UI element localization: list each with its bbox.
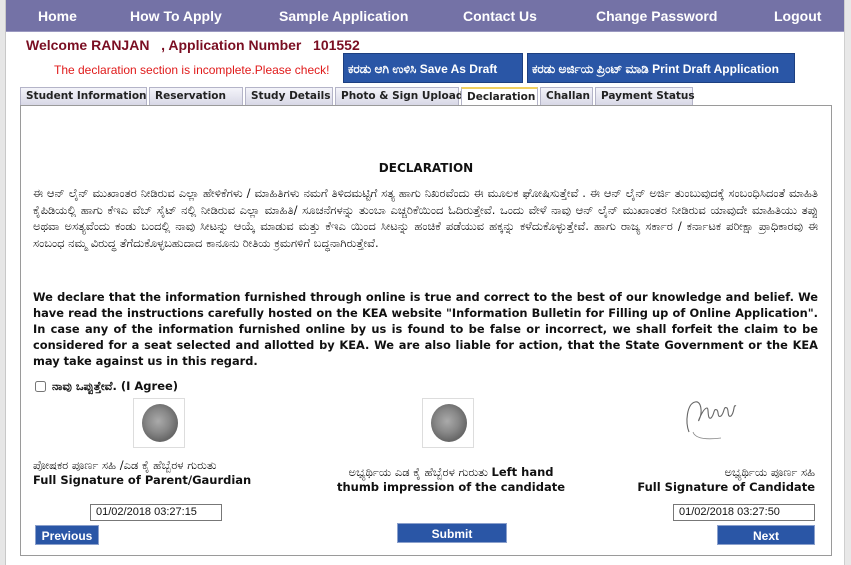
welcome-message: Welcome RANJAN , Application Number 1015… (26, 37, 360, 53)
print-draft-button[interactable]: ಕರಡು ಅರ್ಜಿಯ ಪ್ರಿಂಟ್ ಮಾಡಿ Print Draft App… (527, 53, 795, 83)
parent-label-kannada: ಪೋಷಕರ ಪೂರ್ಣ ಸಹಿ /ಎಡ ಕೈ ಹೆಬ್ಬೆರಳ ಗುರುತು (33, 458, 217, 472)
declaration-warning: The declaration section is incomplete.Pl… (54, 63, 330, 77)
agree-checkbox[interactable] (35, 381, 46, 392)
parent-signature-date: 01/02/2018 03:27:15 (90, 504, 222, 521)
nav-sample-application[interactable]: Sample Application (279, 8, 408, 24)
declaration-text-kannada: ಈ ಆನ್ ಲೈನ್ ಮುಖಾಂತರ ನೀಡಿರುವ ಎಲ್ಲಾ ಹೇಳಿಕೆಗ… (33, 186, 818, 250)
parent-thumb-impression (133, 398, 185, 448)
window-scrollbar[interactable] (844, 0, 851, 565)
save-as-draft-button[interactable]: ಕರಡು ಆಗಿ ಉಳಿಸಿ Save As Draft (343, 53, 523, 83)
nav-how-to-apply[interactable]: How To Apply (130, 8, 222, 24)
tab-study-details[interactable]: Study Details (245, 87, 333, 105)
agree-label: ನಾವು ಒಪ್ಪುತ್ತೇವೆ. (I Agree) (52, 379, 179, 393)
declaration-panel: DECLARATION ಈ ಆನ್ ಲೈನ್ ಮುಖಾಂತರ ನೀಡಿರುವ ಎ… (20, 105, 832, 556)
nav-home[interactable]: Home (38, 8, 77, 24)
tab-reservation[interactable]: Reservation (149, 87, 243, 105)
candidate-signature-label: ಅಭ್ಯರ್ಥಿಯ ಪೂರ್ಣ ಸಹಿ Full Signature of Ca… (621, 465, 815, 495)
parent-signature-label: ಪೋಷಕರ ಪೂರ್ಣ ಸಹಿ /ಎಡ ಕೈ ಹೆಬ್ಬೆರಳ ಗುರುತು F… (33, 458, 293, 488)
tab-declaration[interactable]: Declaration (461, 87, 538, 106)
thumb-label-english-1: Left hand (491, 465, 554, 479)
candidate-signature-image (686, 401, 737, 440)
declaration-title: DECLARATION (378, 161, 474, 175)
nav-change-password[interactable]: Change Password (596, 8, 717, 24)
candidate-label-english: Full Signature of Candidate (637, 480, 815, 494)
agree-row[interactable]: ನಾವು ಒಪ್ಪುತ್ತೇವೆ. (I Agree) (35, 379, 178, 394)
previous-button[interactable]: Previous (35, 525, 99, 545)
next-button[interactable]: Next (717, 525, 815, 545)
tab-payment-status[interactable]: Payment Status (595, 87, 695, 105)
candidate-label-kannada: ಅಭ್ಯರ್ಥಿಯ ಪೂರ್ಣ ಸಹಿ (724, 465, 815, 479)
window-left-edge (0, 0, 6, 565)
tab-student-information[interactable]: Student Information (20, 87, 147, 105)
nav-logout[interactable]: Logout (774, 8, 821, 24)
declaration-text-english: We declare that the information furnishe… (33, 290, 818, 368)
thumb-label-english-2: thumb impression of the candidate (336, 480, 566, 494)
submit-button[interactable]: Submit (397, 523, 507, 543)
top-navigation: Home How To Apply Sample Application Con… (6, 0, 844, 32)
tab-challan[interactable]: Challan (540, 87, 593, 105)
nav-contact-us[interactable]: Contact Us (463, 8, 537, 24)
candidate-thumb-impression (422, 398, 474, 448)
thumb-label-kannada: ಅಭ್ಯರ್ಥಿಯ ಎಡ ಕೈ ಹೆಬ್ಬೆರಳ ಗುರುತು (348, 465, 488, 479)
parent-label-english: Full Signature of Parent/Gaurdian (33, 473, 252, 487)
candidate-signature-date: 01/02/2018 03:27:50 (673, 504, 815, 521)
thumb-label: ಅಭ್ಯರ್ಥಿಯ ಎಡ ಕೈ ಹೆಬ್ಬೆರಳ ಗುರುತು Left han… (291, 465, 611, 495)
tab-photo-sign-upload[interactable]: Photo & Sign Upload (335, 87, 463, 105)
